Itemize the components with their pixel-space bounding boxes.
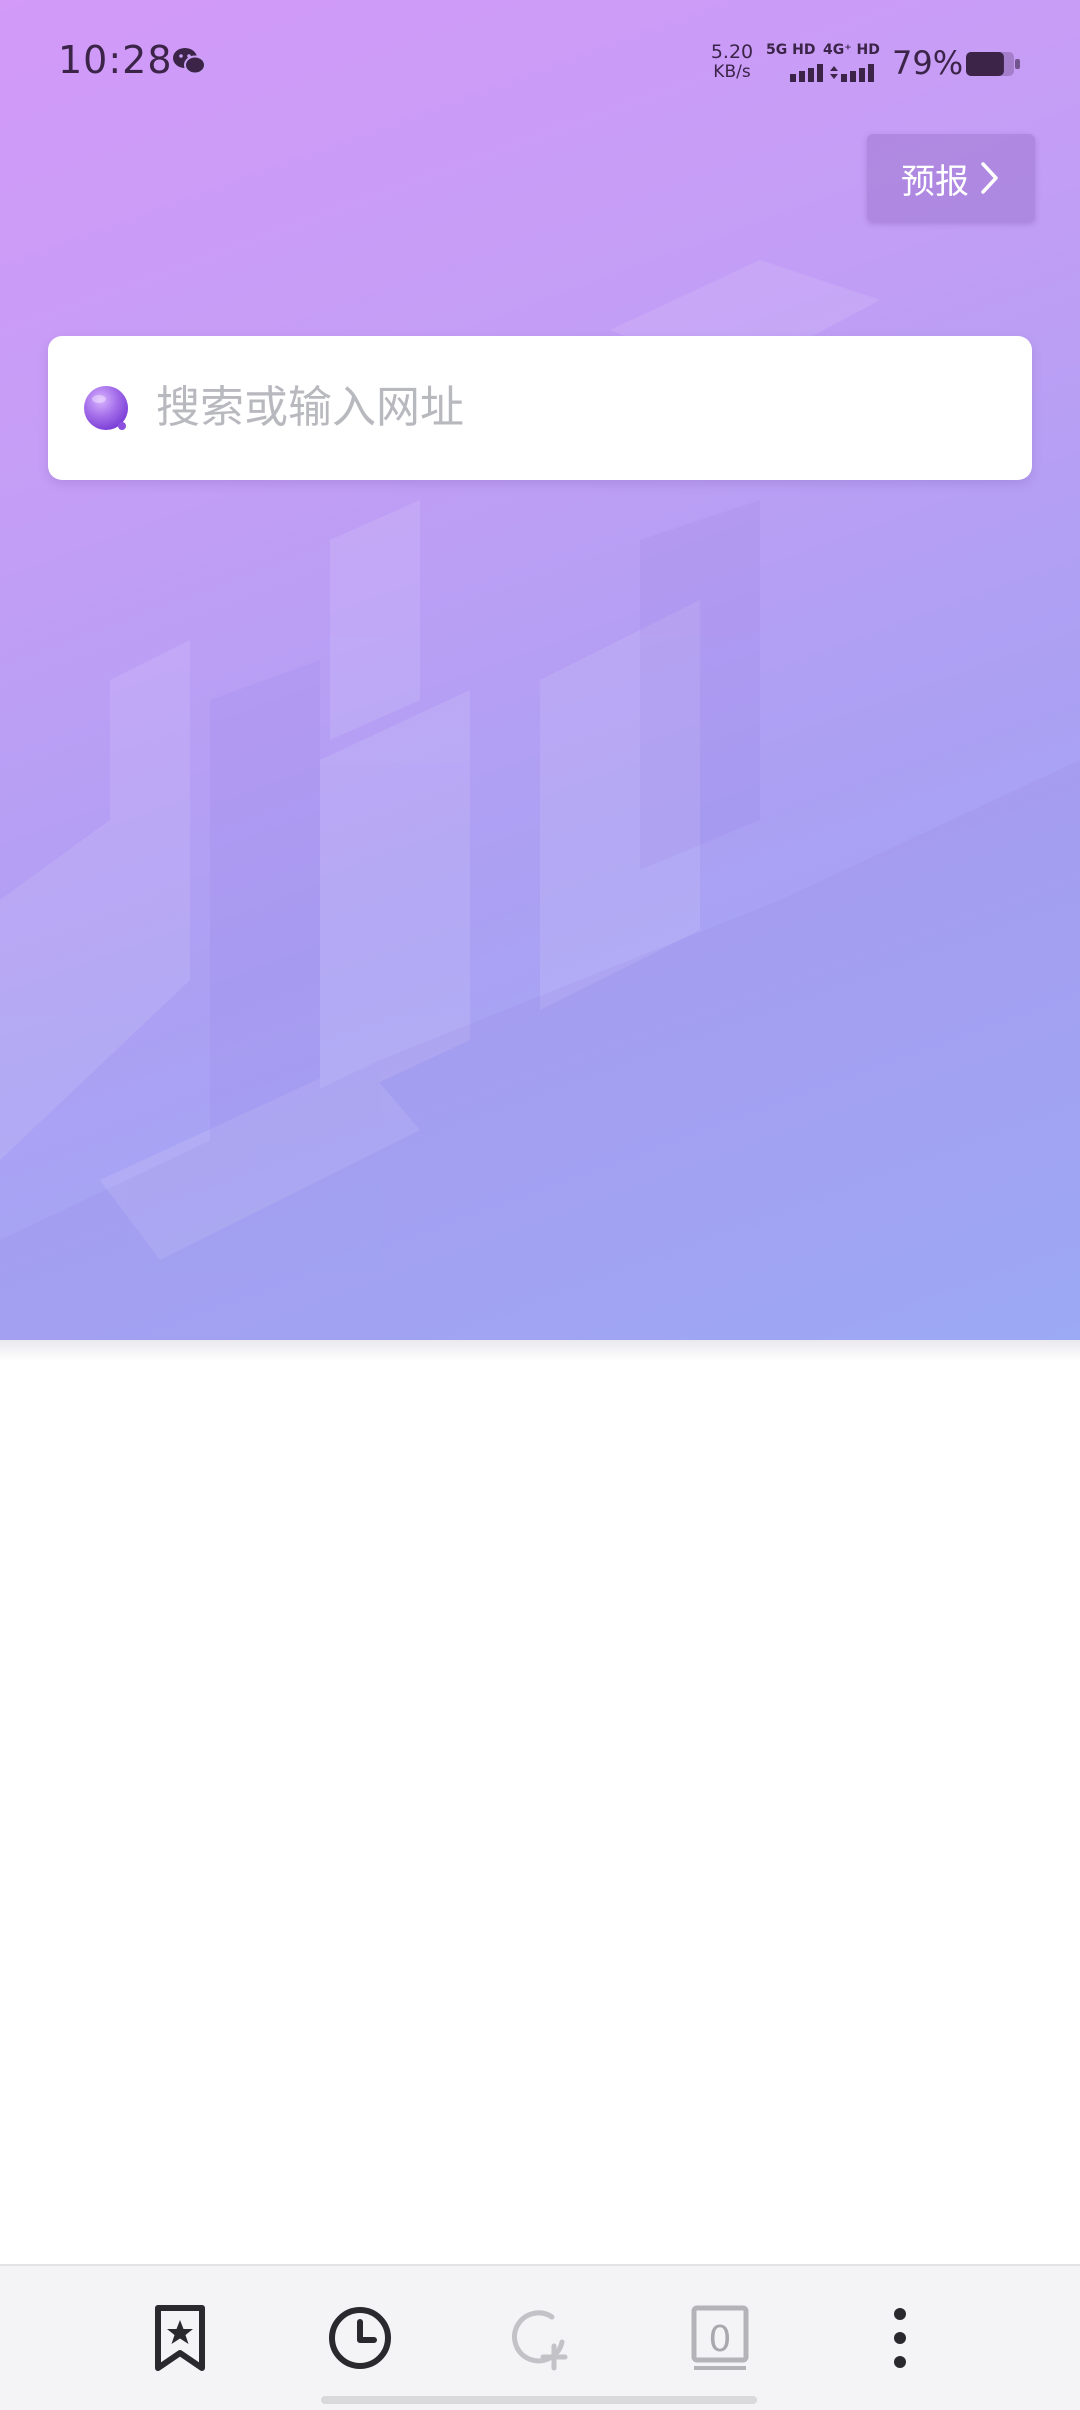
battery-percentage: 79% xyxy=(892,44,964,82)
network-speed: 5.20 KB/s xyxy=(704,42,760,82)
sim2-label: 4G⁺ HD xyxy=(823,42,880,58)
tabs-button[interactable]: 0 xyxy=(680,2298,760,2378)
status-time: 10:28 xyxy=(58,38,173,82)
home-indicator[interactable] xyxy=(321,2396,757,2404)
network-speed-unit: KB/s xyxy=(713,62,751,82)
chevron-right-icon xyxy=(981,162,998,194)
search-input[interactable]: 搜索或输入网址 xyxy=(156,380,464,436)
search-box[interactable]: 搜索或输入网址 xyxy=(48,336,1032,480)
signal-bars-icon xyxy=(790,64,823,82)
add-tab-button[interactable] xyxy=(500,2298,580,2378)
sim2-signal: 4G⁺ HD xyxy=(823,42,885,82)
bookmarks-icon xyxy=(155,2305,205,2371)
forecast-label: 预报 xyxy=(901,161,969,202)
tab-count: 0 xyxy=(708,2318,732,2360)
network-speed-value: 5.20 xyxy=(710,41,754,63)
signal-bars-data-icon xyxy=(830,64,874,82)
history-icon xyxy=(329,2307,391,2369)
browser-logo-icon xyxy=(84,386,128,430)
history-button[interactable] xyxy=(320,2298,400,2378)
bottom-toolbar: 0 xyxy=(0,2264,1080,2410)
more-icon xyxy=(894,2308,906,2368)
wechat-icon xyxy=(173,48,206,75)
hero-divider xyxy=(0,1340,1080,1362)
more-menu-button[interactable] xyxy=(860,2298,940,2378)
sim1-label: 5G HD xyxy=(766,42,816,58)
status-bar: 10:28 5.20 KB/s 5G HD 4G⁺ HD 79% xyxy=(0,0,1080,130)
add-tab-icon xyxy=(512,2310,568,2371)
bookmarks-button[interactable] xyxy=(140,2298,220,2378)
forecast-button[interactable]: 预报 xyxy=(867,134,1035,222)
battery-icon xyxy=(966,52,1020,76)
sim1-signal: 5G HD xyxy=(766,42,828,82)
